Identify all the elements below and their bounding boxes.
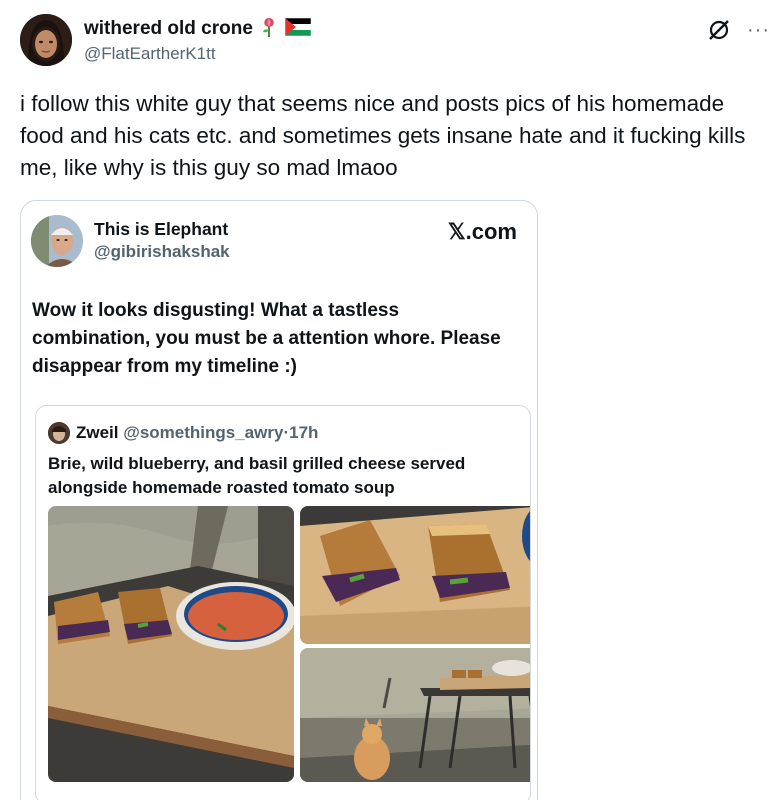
- x-logo-source-label[interactable]: 𝕏.com: [448, 219, 517, 245]
- flower-emoji-icon: [259, 16, 279, 43]
- cat-by-table-photo[interactable]: [300, 648, 530, 782]
- more-options-icon[interactable]: ···: [747, 20, 770, 40]
- tweet-actions: ···: [707, 18, 770, 42]
- quote-timestamp[interactable]: 17h: [289, 423, 318, 442]
- author-name-row: withered old crone: [84, 16, 312, 43]
- card-handle[interactable]: @gibirishakshak: [94, 242, 230, 262]
- author-avatar[interactable]: [20, 14, 72, 66]
- quote-author-avatar[interactable]: [48, 422, 70, 444]
- quote-text: Brie, wild blueberry, and basil grilled …: [48, 454, 466, 497]
- palestine-flag-icon: [284, 17, 312, 41]
- grilled-cheese-closeup-photo[interactable]: [300, 506, 530, 644]
- quote-meta: Zweil @somethings_awry·17h: [76, 423, 318, 443]
- author-display-name[interactable]: withered old crone: [84, 18, 253, 40]
- grok-icon[interactable]: [707, 18, 731, 42]
- quote-handle[interactable]: @somethings_awry: [123, 423, 283, 442]
- tweet: withered old crone @FlatEartherK1tt ··· …: [0, 0, 784, 800]
- grilled-cheese-and-soup-photo[interactable]: [48, 506, 294, 782]
- tweet-text: i follow this white guy that seems nice …: [20, 91, 746, 180]
- card-display-name[interactable]: This is Elephant: [94, 219, 228, 240]
- quoted-tweet[interactable]: Zweil @somethings_awry·17h Brie, wild bl…: [35, 405, 531, 800]
- author-handle[interactable]: @FlatEartherK1tt: [84, 44, 216, 64]
- embedded-tweet-card[interactable]: This is Elephant @gibirishakshak 𝕏.com W…: [20, 200, 538, 800]
- card-tweet-text: Wow it looks disgusting! What a tastless…: [32, 300, 501, 377]
- quote-display-name[interactable]: Zweil: [76, 423, 119, 442]
- card-author-avatar[interactable]: [31, 215, 83, 267]
